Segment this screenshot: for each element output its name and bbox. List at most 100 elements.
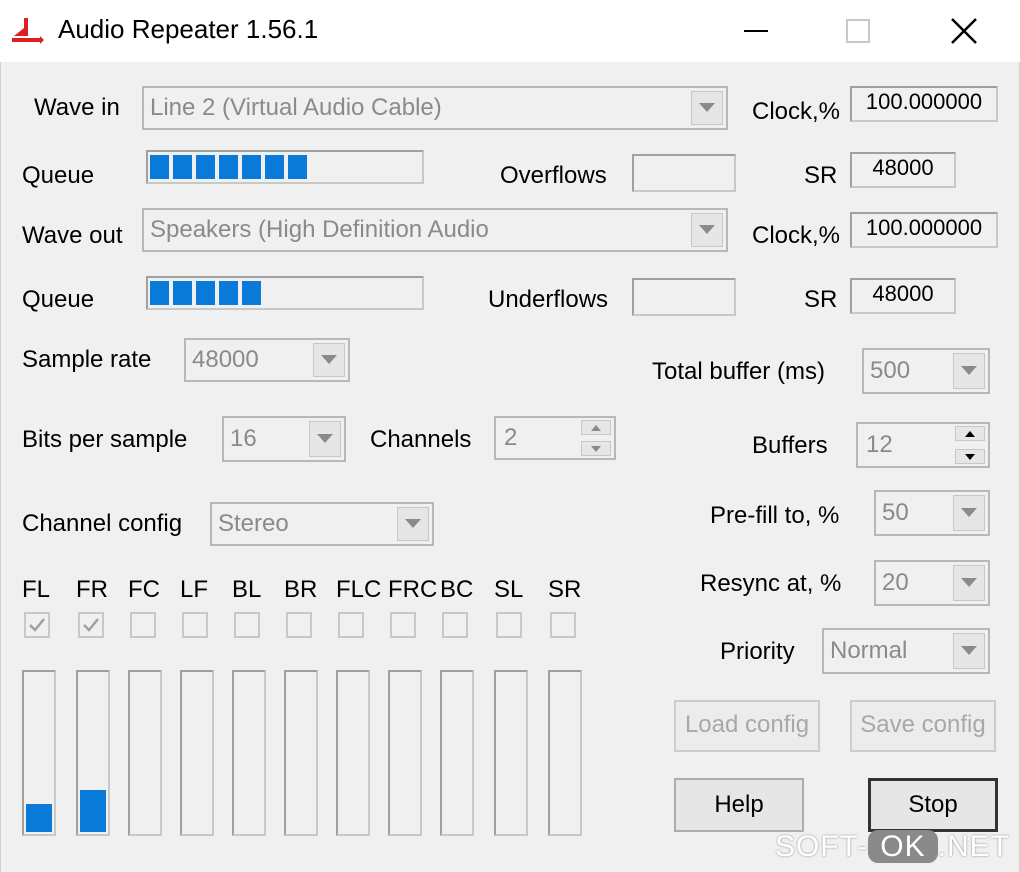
sample-rate-dropdown-button[interactable] [313, 343, 345, 377]
total-buffer-select[interactable]: 500 [862, 348, 990, 394]
buffers-value: 12 [866, 431, 893, 458]
underflows-field [632, 278, 736, 316]
wave-in-device-value: Line 2 (Virtual Audio Cable) [150, 94, 442, 121]
channel-checkbox-fc[interactable] [130, 612, 156, 638]
channel-config-dropdown-button[interactable] [397, 507, 429, 541]
channel-meter-fl [22, 670, 56, 836]
maximize-button[interactable] [808, 0, 908, 62]
wave-out-device-value: Speakers (High Definition Audio [150, 216, 489, 243]
channel-label-sl: SL [494, 576, 524, 603]
queue-segment [219, 281, 238, 305]
channel-meter-sr [548, 670, 582, 836]
maximize-icon [846, 19, 870, 43]
bits-per-sample-label: Bits per sample [22, 426, 188, 453]
channel-meter-flc [336, 670, 370, 836]
channel-checkbox-fr[interactable] [78, 612, 104, 638]
wave-in-dropdown-button[interactable] [691, 91, 723, 125]
watermark-suffix: .NET [937, 830, 1010, 863]
overflows-label: Overflows [500, 162, 607, 189]
wave-out-dropdown-button[interactable] [691, 213, 723, 247]
channel-label-lf: LF [180, 576, 209, 603]
bits-dropdown-button[interactable] [309, 421, 341, 457]
queue-segment [150, 281, 169, 305]
wave-in-label: Wave in [34, 94, 120, 121]
chevron-down-icon [321, 355, 337, 364]
save-config-button[interactable]: Save config [850, 700, 996, 752]
chevron-down-icon [961, 366, 977, 375]
queue-segment [242, 155, 261, 179]
channel-checkbox-fl[interactable] [24, 612, 50, 638]
buffers-down-button[interactable] [955, 449, 985, 464]
prefill-select[interactable]: 50 [874, 490, 990, 536]
priority-select[interactable]: Normal [822, 628, 990, 674]
channel-checkbox-sl[interactable] [496, 612, 522, 638]
channel-label-flc: FLC [336, 576, 382, 603]
title-bar[interactable]: Audio Repeater 1.56.1 [0, 0, 1020, 62]
total-buffer-dropdown-button[interactable] [953, 353, 985, 389]
total-buffer-label: Total buffer (ms) [652, 358, 825, 385]
sample-rate-label: Sample rate [22, 346, 152, 373]
meter-level-fill [26, 804, 52, 832]
channel-label-frc: FRC [388, 576, 438, 603]
stop-button[interactable]: Stop [868, 778, 998, 832]
channels-down-button[interactable] [581, 441, 611, 456]
spin-down-icon [591, 445, 601, 452]
prefill-dropdown-button[interactable] [953, 495, 985, 531]
channel-checkbox-bl[interactable] [234, 612, 260, 638]
channel-checkbox-bc[interactable] [442, 612, 468, 638]
channel-checkbox-frc[interactable] [390, 612, 416, 638]
channels-spinner[interactable]: 2 [494, 416, 616, 460]
channel-meter-bc [440, 670, 474, 836]
wave-out-device-select[interactable]: Speakers (High Definition Audio [142, 208, 728, 252]
minimize-button[interactable] [706, 0, 806, 62]
watermark: SOFT- OK .NET [775, 830, 1010, 864]
wave-out-sr-field: 48000 [850, 278, 956, 314]
underflows-label: Underflows [488, 286, 609, 313]
queue-segment [265, 155, 284, 179]
priority-dropdown-button[interactable] [953, 633, 985, 669]
wave-in-queue-bar [146, 150, 424, 184]
queue-segment [288, 155, 307, 179]
wave-in-device-select[interactable]: Line 2 (Virtual Audio Cable) [142, 86, 728, 130]
minimize-icon [744, 30, 768, 32]
prefill-label: Pre-fill to, % [710, 502, 840, 529]
channels-up-button[interactable] [581, 420, 611, 435]
wave-in-sr-label: SR [804, 162, 838, 189]
buffers-up-button[interactable] [955, 426, 985, 441]
channel-label-br: BR [284, 576, 318, 603]
wave-out-clock-field: 100.000000 [850, 212, 998, 248]
checkmark-icon [83, 618, 99, 632]
channel-label-bc: BC [440, 576, 474, 603]
channel-meter-bl [232, 670, 266, 836]
chevron-down-icon [699, 103, 715, 112]
channel-checkbox-sr[interactable] [550, 612, 576, 638]
overflows-field [632, 154, 736, 192]
resync-select[interactable]: 20 [874, 560, 990, 606]
channel-meter-lf [180, 670, 214, 836]
queue-segment [219, 155, 238, 179]
channel-config-label: Channel config [22, 510, 183, 537]
resync-label: Resync at, % [700, 570, 842, 597]
help-button[interactable]: Help [674, 778, 804, 832]
close-button[interactable] [914, 0, 1014, 62]
channel-checkbox-flc[interactable] [338, 612, 364, 638]
channel-meter-sl [494, 670, 528, 836]
queue-segment [150, 155, 169, 179]
bits-per-sample-select[interactable]: 16 [222, 416, 346, 462]
channel-config-value: Stereo [218, 510, 289, 537]
wave-in-clock-label: Clock,% [752, 98, 841, 125]
buffers-label: Buffers [752, 432, 828, 459]
load-config-button[interactable]: Load config [674, 700, 820, 752]
wave-out-sr-label: SR [804, 286, 838, 313]
priority-label: Priority [720, 638, 795, 665]
app-speaker-icon [12, 18, 44, 44]
channel-config-select[interactable]: Stereo [210, 502, 434, 546]
channel-checkbox-lf[interactable] [182, 612, 208, 638]
meter-level-fill [80, 790, 106, 832]
buffers-spinner[interactable]: 12 [856, 422, 990, 468]
channel-checkbox-br[interactable] [286, 612, 312, 638]
chevron-down-icon [317, 434, 333, 443]
channels-label: Channels [370, 426, 472, 453]
sample-rate-select[interactable]: 48000 [184, 338, 350, 382]
resync-dropdown-button[interactable] [953, 565, 985, 601]
